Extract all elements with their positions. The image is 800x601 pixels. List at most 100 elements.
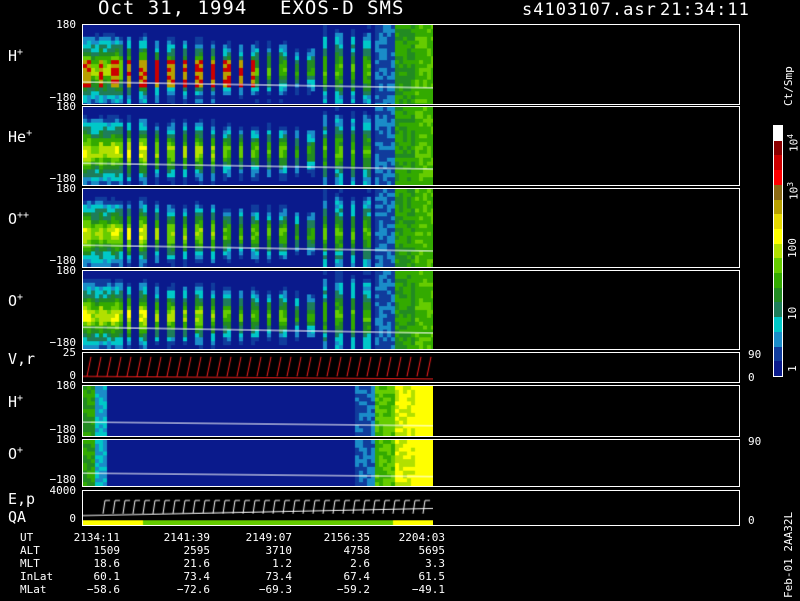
panel-label: O+ <box>8 445 23 463</box>
spectrogram-image <box>83 25 433 104</box>
colorbar-tick: 10 <box>786 307 799 320</box>
table-cell: 18.6 <box>93 557 121 570</box>
colorbar-tick-base: 10 <box>787 186 800 200</box>
file-name: s4103107.asr <box>522 0 657 20</box>
row-name: MLT <box>20 557 40 570</box>
table-cell: 21.6 <box>183 557 211 570</box>
table-cell: −59.2 <box>336 583 370 596</box>
panel-5 <box>82 385 740 437</box>
panel-label-text: He <box>8 128 27 146</box>
colorbar-segment <box>774 302 782 318</box>
spectrogram-image <box>83 107 433 185</box>
colorbar-segment <box>774 170 782 186</box>
colorbar-segment <box>774 243 782 259</box>
table-cell: −49.1 <box>411 583 445 596</box>
colorbar-segment <box>774 140 782 156</box>
panel-label-text: H <box>8 393 18 411</box>
colorbar-segment <box>774 287 782 303</box>
panel-label-text: O <box>8 445 18 463</box>
colorbar-tick: 1 <box>786 365 799 372</box>
table-cell: 60.1 <box>93 570 121 583</box>
right-tick-top: 90 <box>748 435 762 448</box>
panel-label-text: O <box>8 210 18 228</box>
panel-7 <box>82 490 740 526</box>
table-cell: 2.6 <box>350 557 370 570</box>
row-name: UT <box>20 531 34 544</box>
panel-label-sup: ++ <box>17 210 30 221</box>
table-cell: 2204:03 <box>398 531 445 544</box>
table-cell: 73.4 <box>265 570 293 583</box>
table-cell: 73.4 <box>183 570 211 583</box>
colorbar-segment <box>774 199 782 215</box>
colorbar <box>773 125 783 377</box>
row-name: ALT <box>20 544 40 557</box>
colorbar-segment <box>774 258 782 274</box>
plot-date: Oct 31, 1994 <box>98 0 248 19</box>
y-tick-top: 180 <box>56 182 76 195</box>
colorbar-segment <box>774 346 782 362</box>
colorbar-tick-exp: 3 <box>786 181 795 187</box>
y-tick-top: 4000 <box>49 484 77 497</box>
colorbar-tick: 100 <box>786 238 799 258</box>
panel-label: O++ <box>8 210 29 228</box>
table-cell: 2149:07 <box>245 531 292 544</box>
colorbar-tick-exp: 4 <box>786 133 795 139</box>
panel-3 <box>82 270 740 350</box>
colorbar-tick-base: 1 <box>786 365 799 372</box>
y-tick-top: 180 <box>56 18 76 31</box>
right-tick-top: 90 <box>748 348 762 361</box>
spectrogram-image <box>83 271 433 349</box>
panel-2 <box>82 188 740 268</box>
table-cell: 5695 <box>418 544 446 557</box>
y-tick-bottom: 0 <box>69 512 76 525</box>
panel-label-sup: + <box>17 445 24 456</box>
orbit-table: UT 2134:11 2141:39 2149:07 2156:35 2204:03 ALT… <box>0 531 470 601</box>
panel-label-text: H <box>8 46 18 65</box>
panel-label-sup: + <box>26 128 33 139</box>
row-name: MLat <box>20 583 47 596</box>
colorbar-unit: Ct/Smp <box>782 66 795 106</box>
colorbar-segment <box>774 361 782 377</box>
colorbar-segment <box>774 214 782 230</box>
colorbar-segment <box>774 331 782 347</box>
right-tick-bottom: 0 <box>748 514 755 527</box>
panel-0 <box>82 24 740 105</box>
table-cell: 67.4 <box>343 570 371 583</box>
colorbar-segment <box>774 126 782 141</box>
table-cell: 2141:39 <box>163 531 210 544</box>
table-cell: 2134:11 <box>73 531 120 544</box>
colorbar-tick: 103 <box>786 182 800 200</box>
colorbar-tick-base: 10 <box>786 306 799 320</box>
spectrogram-image <box>83 189 433 267</box>
colorbar-tick-base: 10 <box>787 138 800 152</box>
panel-label-sup: + <box>17 46 24 58</box>
colorbar-tick: 104 <box>786 134 800 152</box>
y-tick-top: 180 <box>56 264 76 277</box>
panel-label: H+ <box>8 47 23 65</box>
colorbar-tick-base: 100 <box>786 238 799 258</box>
colorbar-segment <box>774 184 782 200</box>
colorbar-segment <box>774 273 782 289</box>
header-time: 21:34:11 <box>660 0 750 20</box>
table-cell: 3710 <box>265 544 293 557</box>
table-cell: −72.6 <box>176 583 210 596</box>
right-tick-bottom: 0 <box>748 371 755 384</box>
table-cell: 2156:35 <box>323 531 370 544</box>
panel-4 <box>82 352 740 383</box>
table-cell: 61.5 <box>418 570 446 583</box>
table-cell: 3.3 <box>425 557 445 570</box>
panel-label-text: O <box>8 292 18 310</box>
panel-label: O+ <box>8 292 23 310</box>
table-cell: 1509 <box>93 544 121 557</box>
panel-label: H+ <box>8 393 23 411</box>
colorbar-segment <box>774 228 782 244</box>
spectrogram-image <box>83 386 433 436</box>
panel-label-sup: + <box>17 393 24 404</box>
panel-label-sup: + <box>17 292 24 303</box>
y-tick-top: 25 <box>62 346 76 359</box>
table-cell: −58.6 <box>86 583 120 596</box>
y-tick-top: 180 <box>56 433 76 446</box>
y-tick-top: 180 <box>56 100 76 113</box>
side-date: Feb-01 2AA32L <box>782 511 795 598</box>
spectrogram-image <box>83 353 433 382</box>
